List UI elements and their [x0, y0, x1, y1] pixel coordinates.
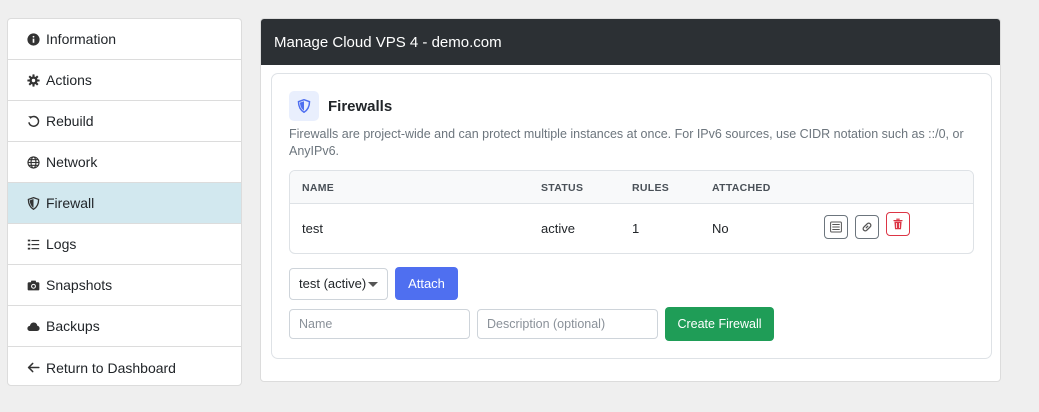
cloud-icon — [27, 320, 40, 333]
row-actions — [824, 212, 917, 239]
sidebar-item-return-to-dashboard[interactable]: Return to Dashboard — [8, 347, 241, 388]
sidebar-item-label: Network — [46, 154, 98, 170]
sidebar-item-label: Rebuild — [46, 113, 94, 129]
sidebar-item-label: Return to Dashboard — [46, 359, 176, 376]
shield-icon — [27, 196, 40, 210]
firewalls-card: Firewalls Firewalls are project-wide and… — [271, 73, 992, 359]
name-input[interactable] — [289, 309, 470, 339]
cell-attached: No — [712, 221, 729, 236]
firewalls-description: Firewalls are project-wide and can prote… — [289, 127, 964, 158]
sidebar-item-label: Firewall — [46, 195, 95, 211]
delete-button[interactable] — [886, 212, 910, 236]
attach-row: test (active) Attach — [289, 267, 458, 300]
table-header: NAME STATUS RULES ATTACHED — [290, 171, 973, 204]
attach-link-button[interactable] — [855, 215, 879, 239]
camera-icon — [27, 279, 40, 292]
attach-button[interactable]: Attach — [395, 267, 458, 300]
main-panel: Manage Cloud VPS 4 - demo.com Firewalls … — [260, 18, 1001, 382]
create-firewall-row: Create Firewall — [289, 307, 774, 341]
column-header-rules: RULES — [632, 182, 670, 194]
sidebar: Information Actions Rebuild Network Fire… — [7, 18, 242, 386]
trash-icon — [893, 218, 903, 230]
create-firewall-button[interactable]: Create Firewall — [665, 307, 774, 341]
sidebar-item-label: Snapshots — [46, 277, 113, 293]
list-alt-icon — [830, 221, 842, 233]
sidebar-item-label: Actions — [46, 72, 92, 88]
column-header-attached: ATTACHED — [712, 182, 771, 194]
view-rules-button[interactable] — [824, 215, 848, 239]
sidebar-item-snapshots[interactable]: Snapshots — [8, 265, 241, 306]
firewalls-heading: Firewalls — [328, 97, 393, 115]
cell-rules: 1 — [632, 221, 640, 236]
firewalls-table: NAME STATUS RULES ATTACHED test active 1… — [289, 170, 974, 254]
firewall-select-value: test (active) — [299, 276, 367, 291]
firewall-select[interactable]: test (active) — [289, 267, 388, 300]
list-icon — [27, 238, 40, 251]
sidebar-item-label: Information — [46, 31, 117, 47]
chevron-down-icon — [368, 281, 378, 287]
firewalls-title-row: Firewalls — [289, 91, 392, 121]
globe-icon — [27, 155, 40, 169]
arrow-left-icon — [27, 361, 40, 374]
sidebar-item-information[interactable]: Information — [8, 19, 241, 60]
sidebar-item-backups[interactable]: Backups — [8, 306, 241, 347]
column-header-name: NAME — [302, 182, 335, 194]
description-input[interactable] — [477, 309, 658, 339]
sidebar-item-network[interactable]: Network — [8, 142, 241, 183]
link-icon — [862, 222, 872, 232]
cell-status: active — [541, 221, 575, 236]
page-title: Manage Cloud VPS 4 - demo.com — [261, 19, 1000, 65]
shield-icon — [289, 91, 319, 121]
info-icon — [27, 32, 40, 46]
table-row: test active 1 No — [290, 204, 973, 253]
sidebar-item-actions[interactable]: Actions — [8, 60, 241, 101]
sidebar-item-firewall[interactable]: Firewall — [8, 183, 241, 224]
undo-icon — [27, 115, 40, 128]
cell-name: test — [302, 221, 323, 236]
column-header-status: STATUS — [541, 182, 584, 194]
sidebar-item-rebuild[interactable]: Rebuild — [8, 101, 241, 142]
sidebar-item-label: Logs — [46, 236, 77, 252]
sidebar-item-label: Backups — [46, 318, 100, 334]
sidebar-item-logs[interactable]: Logs — [8, 224, 241, 265]
gear-icon — [27, 73, 40, 87]
